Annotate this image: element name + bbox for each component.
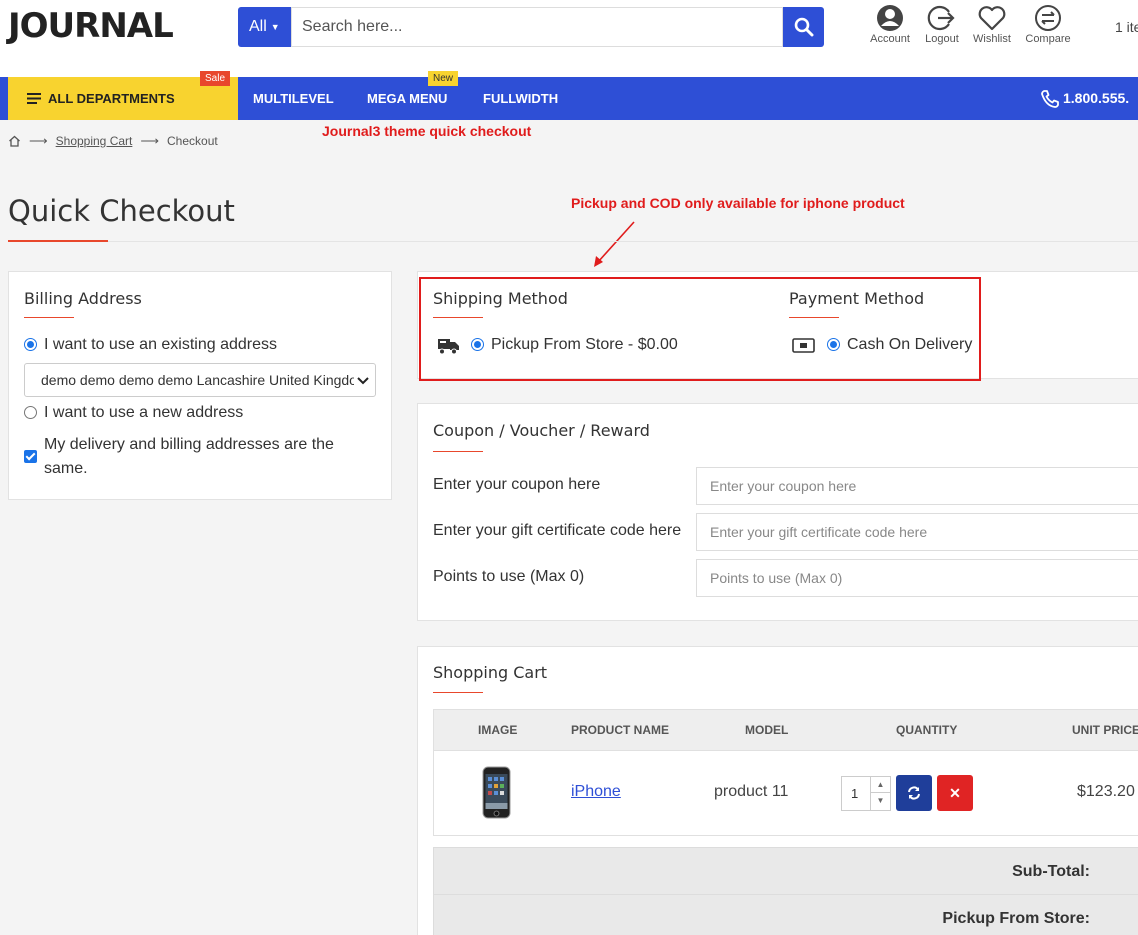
shopping-cart-title: Shopping Cart (433, 663, 548, 682)
new-address-option[interactable]: I want to use a new address (24, 404, 243, 422)
points-label: Points to use (Max 0) (433, 568, 585, 585)
pickup-total-label: Pickup From Store: (942, 910, 1090, 927)
breadcrumb-checkout: Checkout (167, 134, 218, 148)
col-unit-price: UNIT PRICE (1072, 723, 1138, 737)
payment-title-accent (789, 317, 839, 318)
product-name-link[interactable]: iPhone (571, 783, 621, 801)
coupon-input[interactable] (696, 467, 1138, 505)
quantity-input[interactable] (842, 777, 872, 810)
coupon-title: Coupon / Voucher / Reward (433, 421, 650, 440)
same-address-checkbox[interactable] (24, 450, 37, 463)
payment-card-icon (792, 338, 815, 353)
spin-down-icon[interactable]: ▼ (871, 793, 890, 809)
breadcrumb: ⟶ Shopping Cart ⟶ Checkout (8, 133, 218, 149)
update-quantity-button[interactable] (896, 775, 932, 811)
quantity-stepper[interactable]: ▲▼ (841, 776, 891, 811)
close-icon: ✕ (949, 784, 961, 801)
col-quantity: QUANTITY (896, 723, 958, 737)
pickup-label: Pickup From Store - $0.00 (491, 336, 678, 353)
billing-title: Billing Address (24, 289, 142, 308)
pickup-from-store-option[interactable]: Pickup From Store - $0.00 (471, 336, 678, 354)
existing-address-label: I want to use an existing address (44, 336, 278, 353)
billing-title-accent (24, 317, 74, 318)
same-address-label: My delivery and billing addresses are th… (44, 436, 334, 477)
coupon-title-accent (433, 451, 483, 452)
subtotal-label: Sub-Total: (1012, 863, 1090, 880)
existing-address-option[interactable]: I want to use an existing address (24, 336, 277, 354)
remove-item-button[interactable]: ✕ (937, 775, 973, 811)
page-title: Quick Checkout (8, 194, 235, 228)
cod-label: Cash On Delivery (847, 336, 973, 353)
refresh-icon (908, 786, 920, 800)
cart-table-header: IMAGE PRODUCT NAME MODEL QUANTITY UNIT P… (433, 709, 1138, 751)
same-address-option[interactable]: My delivery and billing addresses are th… (24, 433, 354, 481)
title-divider (8, 241, 1138, 242)
address-select-value: demo demo demo demo Lancashire United Ki… (41, 372, 369, 388)
existing-address-radio[interactable] (24, 338, 37, 352)
delivery-truck-icon (438, 339, 459, 355)
home-icon[interactable] (8, 135, 21, 147)
cash-on-delivery-option[interactable]: Cash On Delivery (827, 336, 972, 354)
col-product-name: PRODUCT NAME (571, 723, 669, 737)
breadcrumb-shopping-cart[interactable]: Shopping Cart (56, 134, 133, 148)
arrow-right-icon: ⟶ (29, 133, 48, 148)
quantity-spinner[interactable]: ▲ ▼ (870, 777, 890, 810)
gift-certificate-input[interactable] (696, 513, 1138, 551)
col-image: IMAGE (478, 723, 518, 737)
cod-radio[interactable] (827, 338, 840, 352)
payment-method-title: Payment Method (789, 289, 925, 308)
chevron-down-icon (354, 364, 369, 396)
cart-title-accent (433, 692, 483, 693)
spin-up-icon[interactable]: ▲ (871, 777, 890, 793)
cart-totals: Sub-Total: Pickup From Store: (433, 847, 1138, 935)
arrow-right-icon: ⟶ (140, 133, 159, 148)
new-address-label: I want to use a new address (44, 404, 244, 421)
gift-certificate-label: Enter your gift certificate code here (433, 522, 682, 539)
totals-row: Pickup From Store: (434, 895, 1138, 935)
col-model: MODEL (745, 723, 789, 737)
product-model: product 11 (714, 783, 789, 800)
shipping-title-accent (433, 317, 483, 318)
arrow-pickup (594, 221, 635, 267)
points-input[interactable] (696, 559, 1138, 597)
shipping-method-title: Shipping Method (433, 289, 568, 308)
coupon-label: Enter your coupon here (433, 476, 601, 493)
title-accent (8, 240, 108, 242)
address-select[interactable]: demo demo demo demo Lancashire United Ki… (24, 363, 376, 397)
new-address-radio[interactable] (24, 406, 37, 420)
pickup-radio[interactable] (471, 338, 484, 352)
iphone-product-image[interactable] (482, 766, 511, 819)
unit-price: $123.20 (1077, 783, 1135, 800)
totals-row: Sub-Total: (434, 848, 1138, 895)
